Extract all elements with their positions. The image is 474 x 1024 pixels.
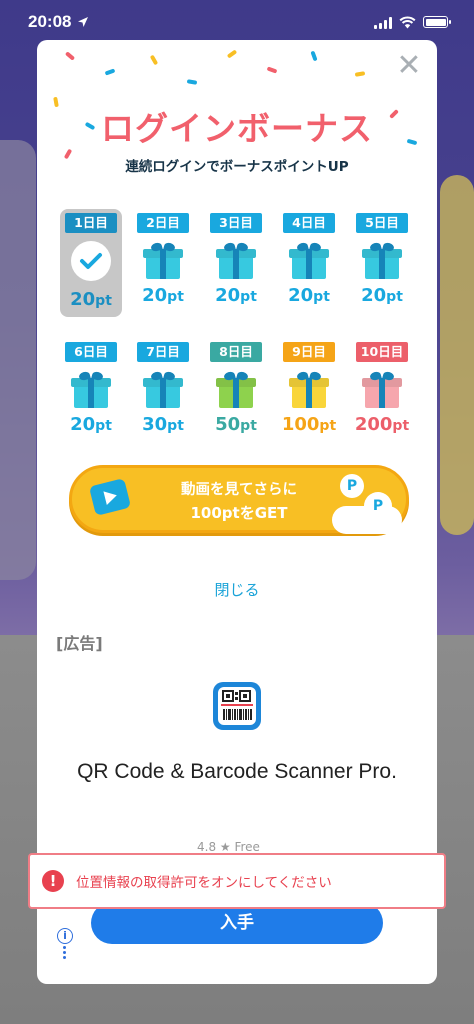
login-bonus-modal: ✕ ログインボーナス 連続ログインでボーナスポイントUP 1日目 20pt 2日目 2…: [37, 40, 437, 984]
wifi-icon: [399, 15, 416, 28]
more-options-icon[interactable]: [63, 946, 67, 961]
day-label: 3日目: [210, 213, 262, 233]
ad-rating: 4.8 ★ Free: [197, 840, 260, 854]
warning-icon: !: [42, 870, 64, 892]
day-label: 7日目: [137, 342, 189, 362]
point-icon: P: [364, 492, 392, 520]
day-points: 20pt: [215, 285, 257, 306]
ad-app-title[interactable]: QR Code & Barcode Scanner Pro.: [67, 755, 407, 788]
check-icon: [71, 241, 111, 281]
day-9-bonus: 9日目 100pt: [278, 338, 340, 446]
day-points: 20pt: [142, 285, 184, 306]
signal-icon: [374, 16, 392, 29]
day-points: 20pt: [70, 289, 112, 310]
close-icon[interactable]: ✕: [395, 51, 423, 81]
close-link[interactable]: 閉じる: [37, 579, 437, 600]
day-label: 5日目: [356, 213, 408, 233]
day-5-bonus: 5日目 20pt: [351, 209, 413, 317]
qr-scanner-app-icon[interactable]: [213, 682, 261, 730]
day-7-bonus: 7日目 30pt: [132, 338, 194, 446]
day-label: 2日目: [137, 213, 189, 233]
page-title: ログインボーナス: [101, 109, 373, 148]
day-points: 20pt: [70, 414, 112, 435]
day-points: 20pt: [288, 285, 330, 306]
gift-icon: [216, 370, 256, 408]
day-label: 1日目: [65, 213, 117, 233]
day-10-bonus: 10日目 200pt: [351, 338, 413, 446]
background-decoration: [440, 175, 474, 535]
day-points: 30pt: [142, 414, 184, 435]
qr-code-icon: [221, 690, 253, 720]
day-label: 6日目: [65, 342, 117, 362]
day-6-bonus: 6日目 20pt: [60, 338, 122, 446]
day-points: 20pt: [361, 285, 403, 306]
day-label: 9日目: [283, 342, 335, 362]
status-bar: 20:08: [0, 0, 474, 44]
background-decoration: [0, 140, 36, 580]
subtitle: 連続ログインでボーナスポイントUP: [125, 159, 349, 175]
location-permission-toast[interactable]: ! 位置情報の取得許可をオンにしてください: [28, 853, 446, 909]
day-label: 8日目: [210, 342, 262, 362]
gift-icon: [216, 241, 256, 279]
gift-icon: [289, 370, 329, 408]
gift-icon: [362, 370, 402, 408]
battery-icon: [423, 16, 451, 28]
gift-icon: [143, 370, 183, 408]
day-points: 200pt: [354, 414, 410, 435]
point-icon: P: [340, 474, 364, 498]
day-3-bonus: 3日目 20pt: [205, 209, 267, 317]
day-points: 50pt: [215, 414, 257, 435]
day-1-bonus: 1日目 20pt: [60, 209, 122, 317]
gift-icon: [143, 241, 183, 279]
ad-label: [広告]: [56, 634, 103, 653]
status-time: 20:08: [28, 12, 72, 31]
day-points: 100pt: [281, 414, 337, 435]
location-arrow-icon: [78, 17, 89, 27]
ad-info-icon[interactable]: i: [57, 928, 73, 944]
day-8-bonus: 8日目 50pt: [205, 338, 267, 446]
day-4-bonus: 4日目 20pt: [278, 209, 340, 317]
day-2-bonus: 2日目 20pt: [132, 209, 194, 317]
toast-message: 位置情報の取得許可をオンにしてください: [76, 875, 332, 891]
gift-icon: [71, 370, 111, 408]
gift-icon: [289, 241, 329, 279]
gift-icon: [362, 241, 402, 279]
day-label: 4日目: [283, 213, 335, 233]
watch-video-button[interactable]: 動画を見てさらに 100ptをGET P P: [69, 465, 409, 534]
day-label: 10日目: [356, 342, 408, 362]
